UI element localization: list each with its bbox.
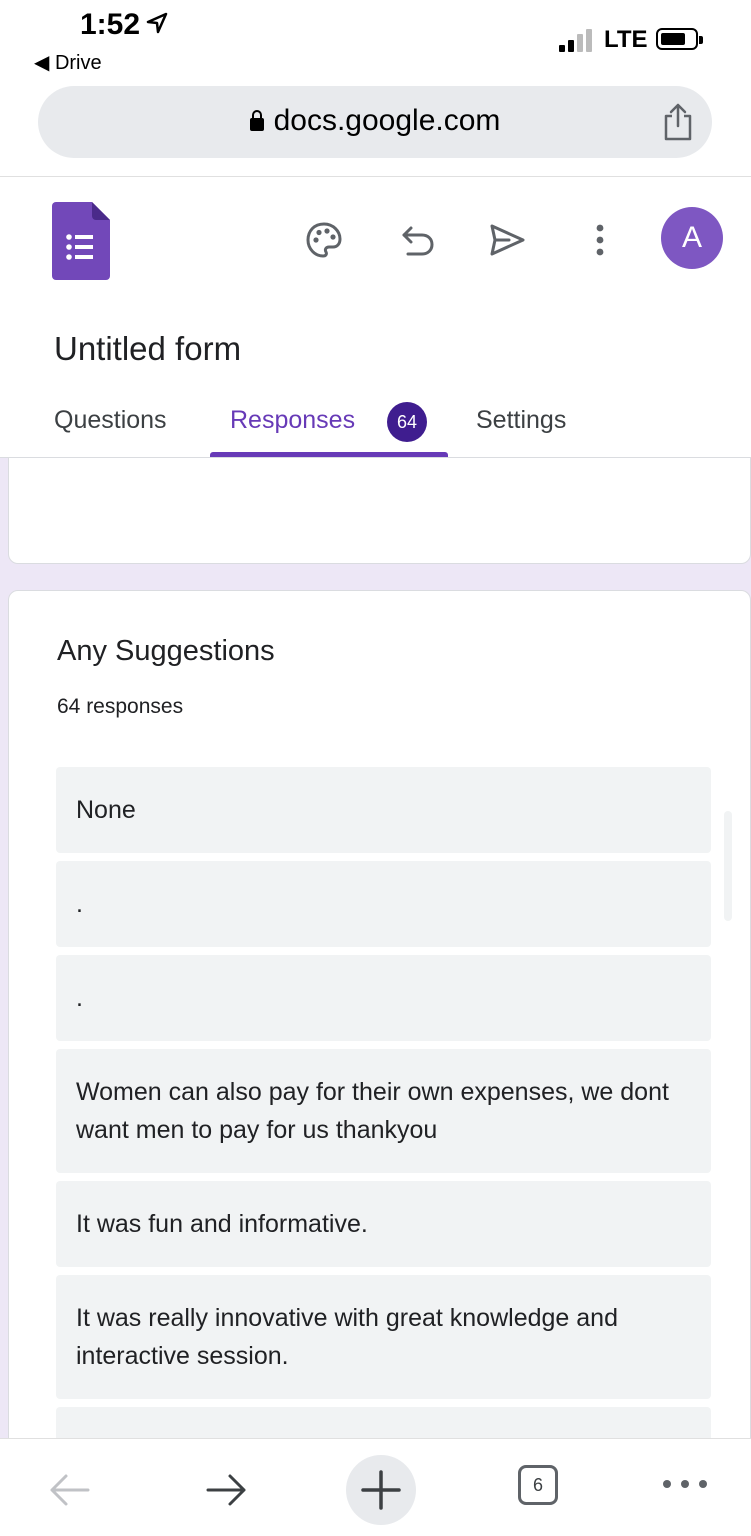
undo-icon[interactable] (398, 220, 438, 260)
share-icon[interactable] (660, 102, 696, 142)
response-list[interactable]: None . . Women can also pay for their ow… (56, 767, 711, 1438)
tabs-count-button[interactable]: 6 (518, 1465, 558, 1505)
response-item: Women can also pay for their own expense… (56, 1049, 711, 1173)
url-display[interactable]: docs.google.com (38, 104, 712, 138)
google-forms-logo-icon[interactable] (52, 202, 110, 280)
status-time: 1:52 (80, 8, 168, 42)
back-arrow-icon[interactable] (44, 1465, 94, 1515)
response-item: It was really innovative with great know… (56, 1275, 711, 1399)
question-title: Any Suggestions (57, 635, 275, 667)
url-text: docs.google.com (273, 104, 501, 137)
more-horiz-icon[interactable] (660, 1477, 710, 1491)
tab-questions[interactable]: Questions (54, 406, 167, 435)
account-avatar[interactable]: A (661, 207, 723, 269)
response-item: . (56, 955, 711, 1041)
url-bar[interactable]: docs.google.com (38, 86, 712, 158)
plus-icon (361, 1470, 401, 1510)
palette-icon[interactable] (304, 220, 344, 260)
back-to-drive-link[interactable]: ◀ Drive (34, 50, 102, 75)
browser-bottom-bar: 6 (0, 1438, 751, 1536)
response-list-scrollbar[interactable] (724, 811, 732, 921)
new-tab-button[interactable] (346, 1455, 416, 1525)
response-item: No suggestions, it was good (56, 1407, 711, 1438)
responses-count-badge: 64 (387, 402, 427, 442)
forward-arrow-icon[interactable] (202, 1465, 252, 1515)
network-type: LTE (604, 26, 648, 53)
tab-responses[interactable]: Responses (230, 406, 355, 435)
response-count: 64 responses (57, 695, 184, 718)
location-arrow-icon (146, 8, 168, 42)
lock-icon (249, 110, 264, 131)
tab-settings[interactable]: Settings (476, 406, 566, 435)
status-bar: 1:52 ◀ Drive LTE (0, 0, 751, 80)
response-item: None (56, 767, 711, 853)
response-item: It was fun and informative. (56, 1181, 711, 1267)
time-text: 1:52 (80, 8, 141, 41)
header-divider (0, 176, 751, 177)
signal-strength-icon (559, 29, 592, 52)
send-icon[interactable] (487, 220, 527, 260)
responses-canvas: Any Suggestions 64 responses None . . Wo… (0, 458, 751, 1438)
more-vert-icon[interactable] (580, 220, 620, 260)
question-summary-card: Any Suggestions 64 responses None . . Wo… (8, 590, 751, 1438)
response-item: . (56, 861, 711, 947)
form-title[interactable]: Untitled form (54, 330, 241, 368)
battery-icon (656, 28, 703, 50)
form-tabs: Questions Responses Settings (0, 398, 751, 458)
previous-question-card (8, 458, 751, 564)
